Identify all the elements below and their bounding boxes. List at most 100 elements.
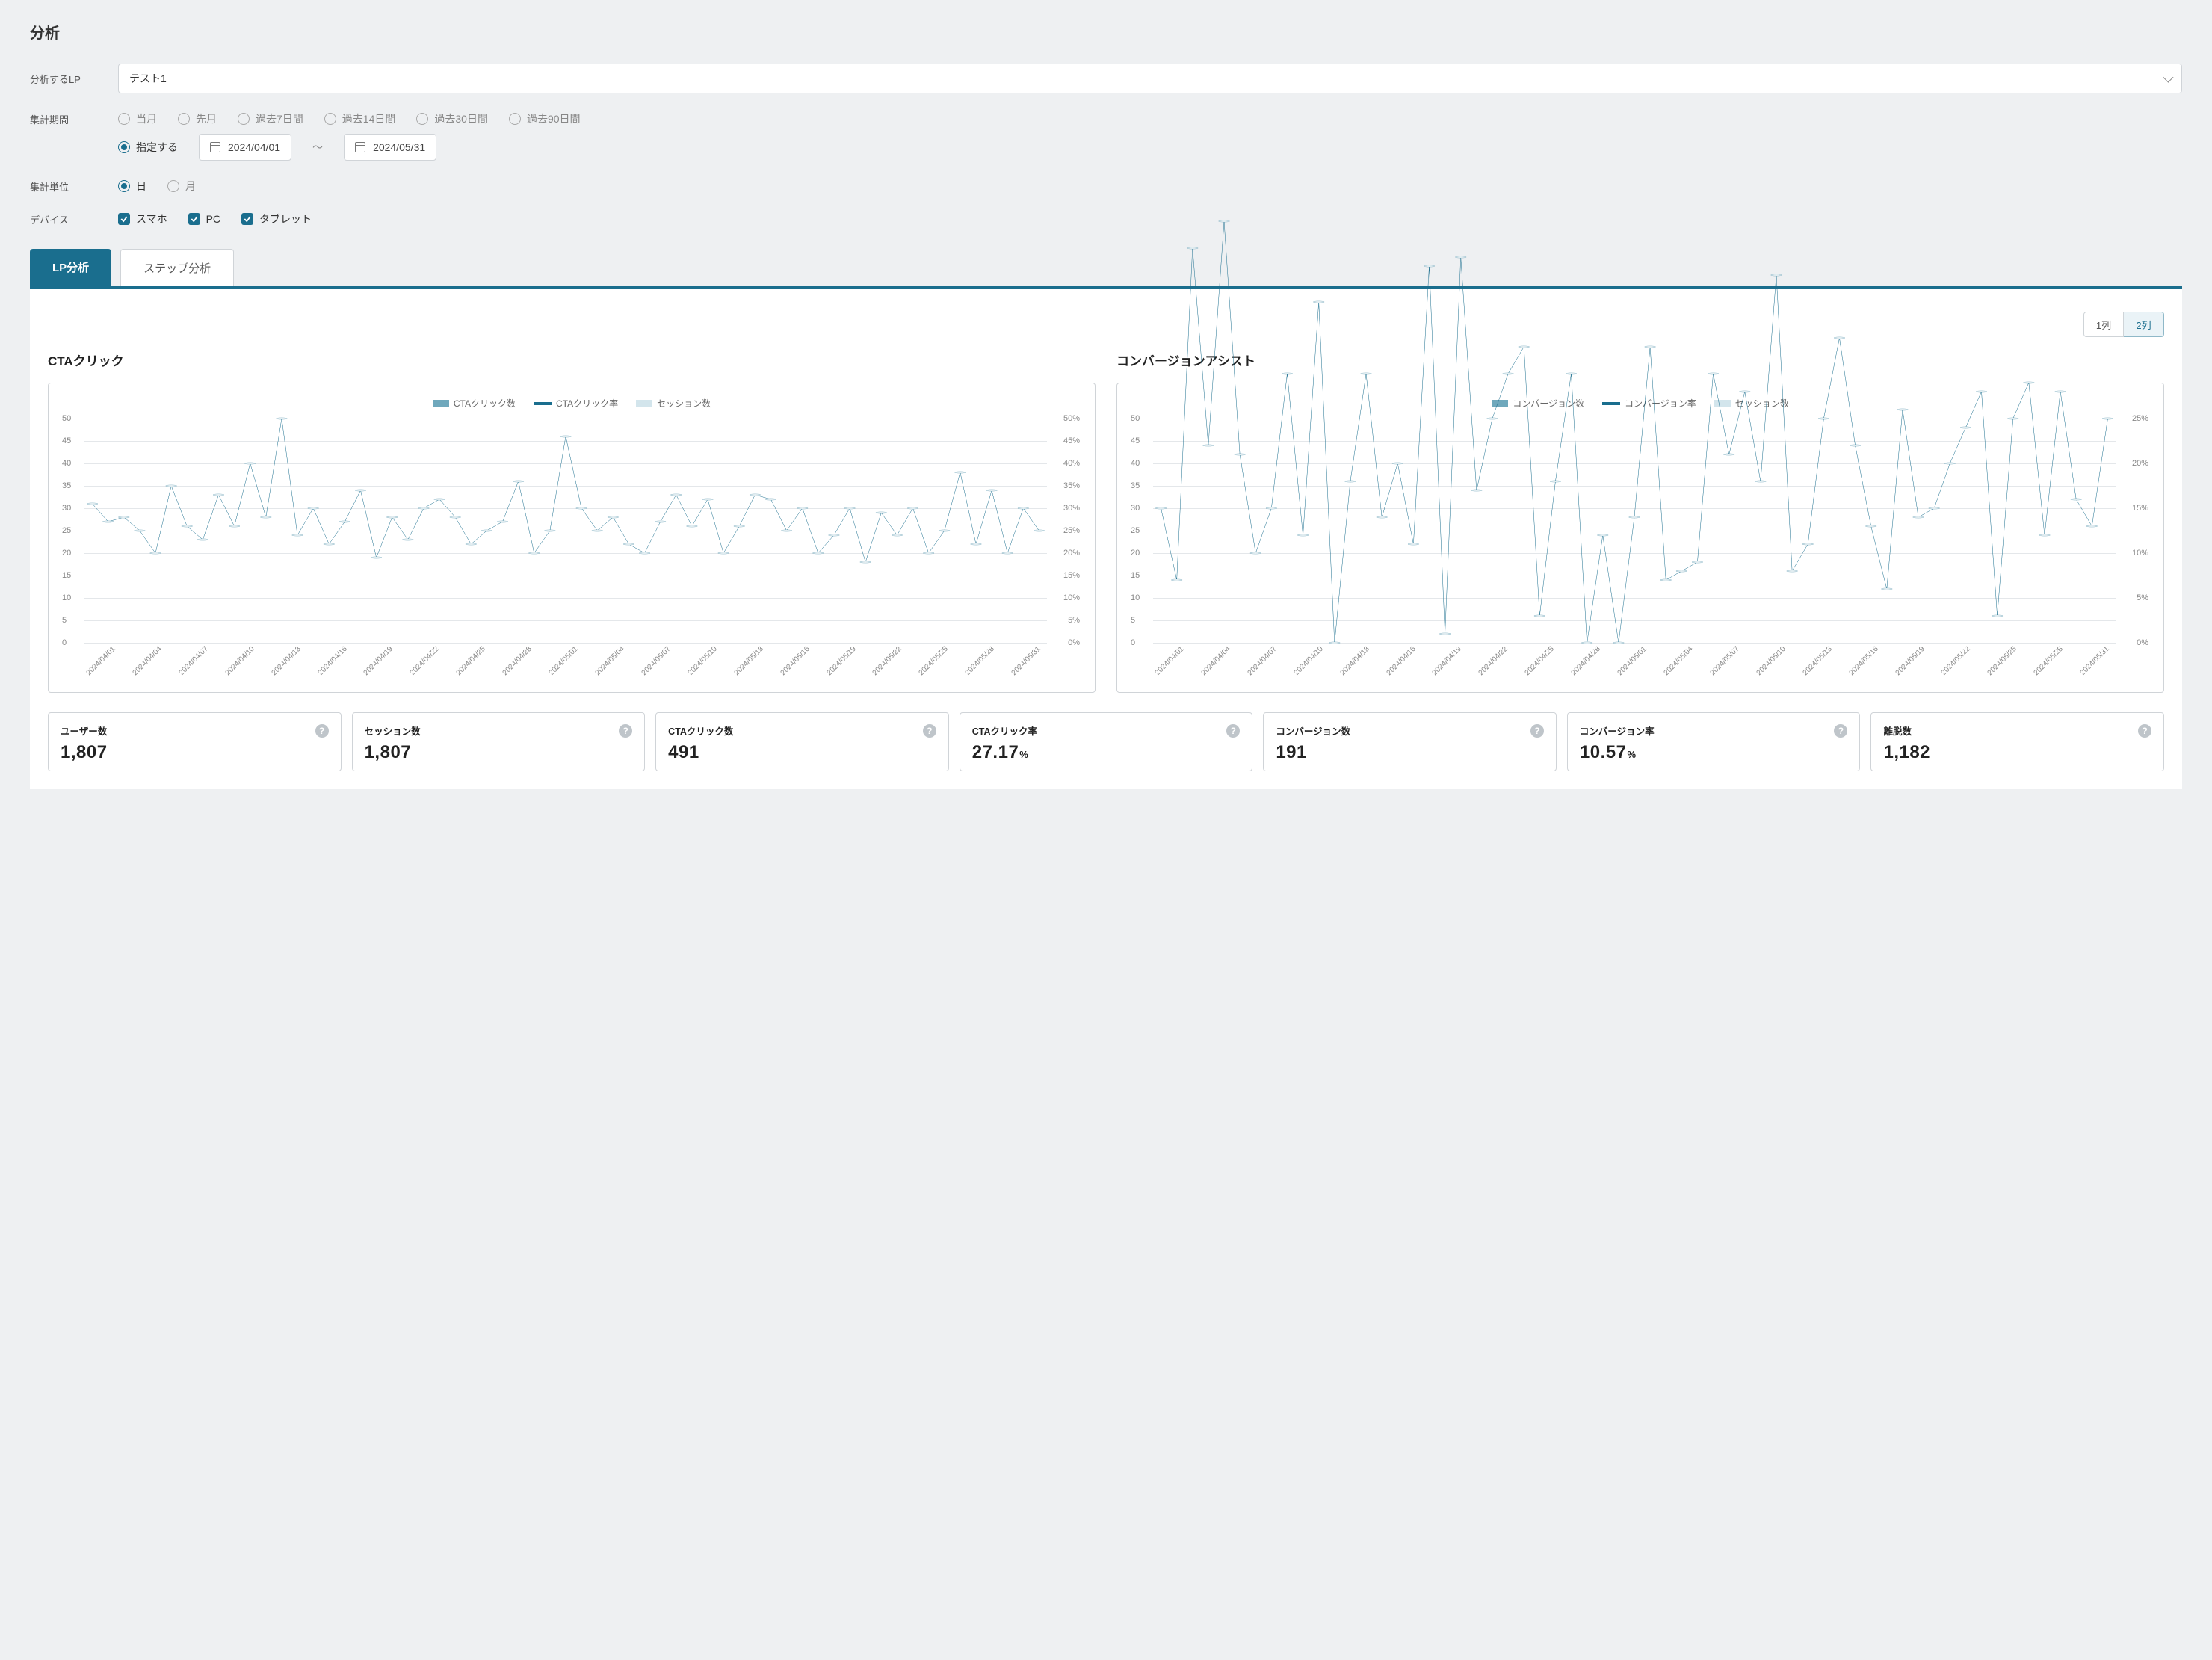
columns-1-button[interactable]: 1列 (2083, 312, 2124, 337)
x-tick (587, 655, 590, 658)
date-to-input[interactable]: 2024/05/31 (344, 134, 436, 161)
kpi-value: 1,807 (61, 742, 329, 763)
kpi-label: ユーザー数 (61, 723, 107, 738)
x-tick (356, 655, 359, 658)
x-tick (2026, 655, 2029, 658)
x-tick (310, 655, 313, 658)
y-tick-right: 0% (2137, 638, 2148, 647)
unit-radio[interactable]: 日 (118, 179, 146, 194)
help-icon[interactable]: ? (1530, 724, 1544, 738)
x-tick (911, 655, 914, 658)
y-tick-right: 35% (1063, 481, 1080, 490)
x-tick (1744, 655, 1747, 658)
device-checkbox[interactable]: PC (188, 213, 220, 225)
x-tick: 2024/05/25 (1986, 645, 2018, 677)
filter-unit-label: 集計単位 (30, 179, 97, 194)
y-tick-right: 30% (1063, 504, 1080, 513)
device-checkbox[interactable]: スマホ (118, 212, 167, 226)
x-tick (773, 655, 776, 658)
filter-lp-label: 分析するLP (30, 72, 97, 86)
y-tick-left: 45 (62, 436, 71, 445)
x-tick (1795, 655, 1798, 658)
kpi-card-cv: コンバージョン数?191 (1263, 712, 1557, 771)
x-tick: 2024/04/19 (362, 645, 395, 677)
radio-icon (167, 180, 179, 192)
x-tick: 2024/05/01 (1616, 645, 1649, 677)
x-tick: 2024/04/04 (1200, 645, 1232, 677)
period-radio-label: 過去14日間 (342, 111, 396, 126)
x-tick (1841, 655, 1844, 658)
x-tick: 2024/04/22 (1477, 645, 1510, 677)
help-icon[interactable]: ? (315, 724, 329, 738)
period-radio-label: 先月 (196, 111, 217, 126)
x-tick (2068, 655, 2071, 658)
x-tick (264, 655, 267, 658)
period-specify-radio[interactable]: 指定する (118, 140, 178, 155)
x-tick: 2024/05/13 (1801, 645, 1833, 677)
period-radio[interactable]: 当月 (118, 111, 157, 126)
x-tick: 2024/05/28 (964, 645, 996, 677)
x-tick: 2024/05/19 (1894, 645, 1926, 677)
chart-legend: CTAクリック数CTAクリック率セッション数 (59, 397, 1084, 410)
chart-title: CTAクリック (48, 351, 1096, 369)
y-tick-right: 5% (1068, 616, 1080, 625)
kpi-value: 1,182 (1883, 742, 2151, 763)
help-icon[interactable]: ? (923, 724, 936, 738)
lp-select[interactable]: テスト1 (118, 64, 2182, 93)
x-tick (1698, 655, 1701, 658)
x-tick (1610, 655, 1613, 658)
kpi-value: 27.17% (972, 742, 1241, 763)
help-icon[interactable]: ? (1226, 724, 1240, 738)
x-tick (583, 655, 586, 658)
x-tick: 2024/04/25 (455, 645, 487, 677)
x-tick: 2024/04/25 (1524, 645, 1556, 677)
date-from-value: 2024/04/01 (228, 141, 280, 153)
y-tick-left: 0 (1131, 638, 1135, 647)
tab-step[interactable]: ステップ分析 (120, 249, 234, 286)
period-radio-label: 過去90日間 (527, 111, 581, 126)
help-icon[interactable]: ? (619, 724, 632, 738)
period-radio[interactable]: 過去90日間 (509, 111, 581, 126)
unit-radio-label: 月 (185, 179, 196, 194)
x-tick: 2024/05/31 (2079, 645, 2111, 677)
y-tick-right: 20% (2132, 459, 2148, 468)
columns-2-button[interactable]: 2列 (2124, 312, 2164, 337)
date-from-input[interactable]: 2024/04/01 (199, 134, 291, 161)
page-title: 分析 (30, 21, 2182, 43)
tab-lp[interactable]: LP分析 (30, 249, 111, 286)
kpi-card-users: ユーザー数? 1,807 (48, 712, 342, 771)
radio-icon (416, 113, 428, 125)
x-tick: 2024/04/10 (223, 645, 256, 677)
period-radio[interactable]: 過去7日間 (238, 111, 303, 126)
unit-radio[interactable]: 月 (167, 179, 196, 194)
kpi-card-exit: 離脱数? 1,182 (1870, 712, 2164, 771)
period-radio[interactable]: 過去30日間 (416, 111, 488, 126)
x-tick: 2024/05/16 (779, 645, 811, 677)
period-radio[interactable]: 先月 (178, 111, 217, 126)
checkbox-icon (241, 213, 253, 225)
y-tick-right: 10% (1063, 593, 1080, 602)
y-tick-right: 5% (2137, 593, 2148, 602)
device-checkbox[interactable]: タブレット (241, 212, 312, 226)
kpi-label: 離脱数 (1883, 723, 1912, 738)
help-icon[interactable]: ? (1834, 724, 1847, 738)
x-tick (1605, 655, 1608, 658)
help-icon[interactable]: ? (2138, 724, 2151, 738)
checkbox-icon (118, 213, 130, 225)
y-tick-left: 0 (62, 638, 67, 647)
x-tick (213, 655, 216, 658)
x-tick (957, 655, 960, 658)
radio-icon (178, 113, 190, 125)
x-tick: 2024/04/10 (1292, 645, 1324, 677)
y-tick-right: 40% (1063, 459, 1080, 468)
period-radio[interactable]: 過去14日間 (324, 111, 396, 126)
device-label: タブレット (259, 212, 312, 226)
y-tick-left: 20 (62, 549, 71, 558)
x-tick (815, 655, 818, 658)
x-tick (676, 655, 679, 658)
x-tick: 2024/05/04 (1663, 645, 1695, 677)
kpi-label: コンバージョン率 (1580, 723, 1655, 738)
x-tick: 2024/04/13 (270, 645, 302, 677)
x-tick: 2024/04/01 (85, 645, 117, 677)
x-tick (1930, 655, 1933, 658)
